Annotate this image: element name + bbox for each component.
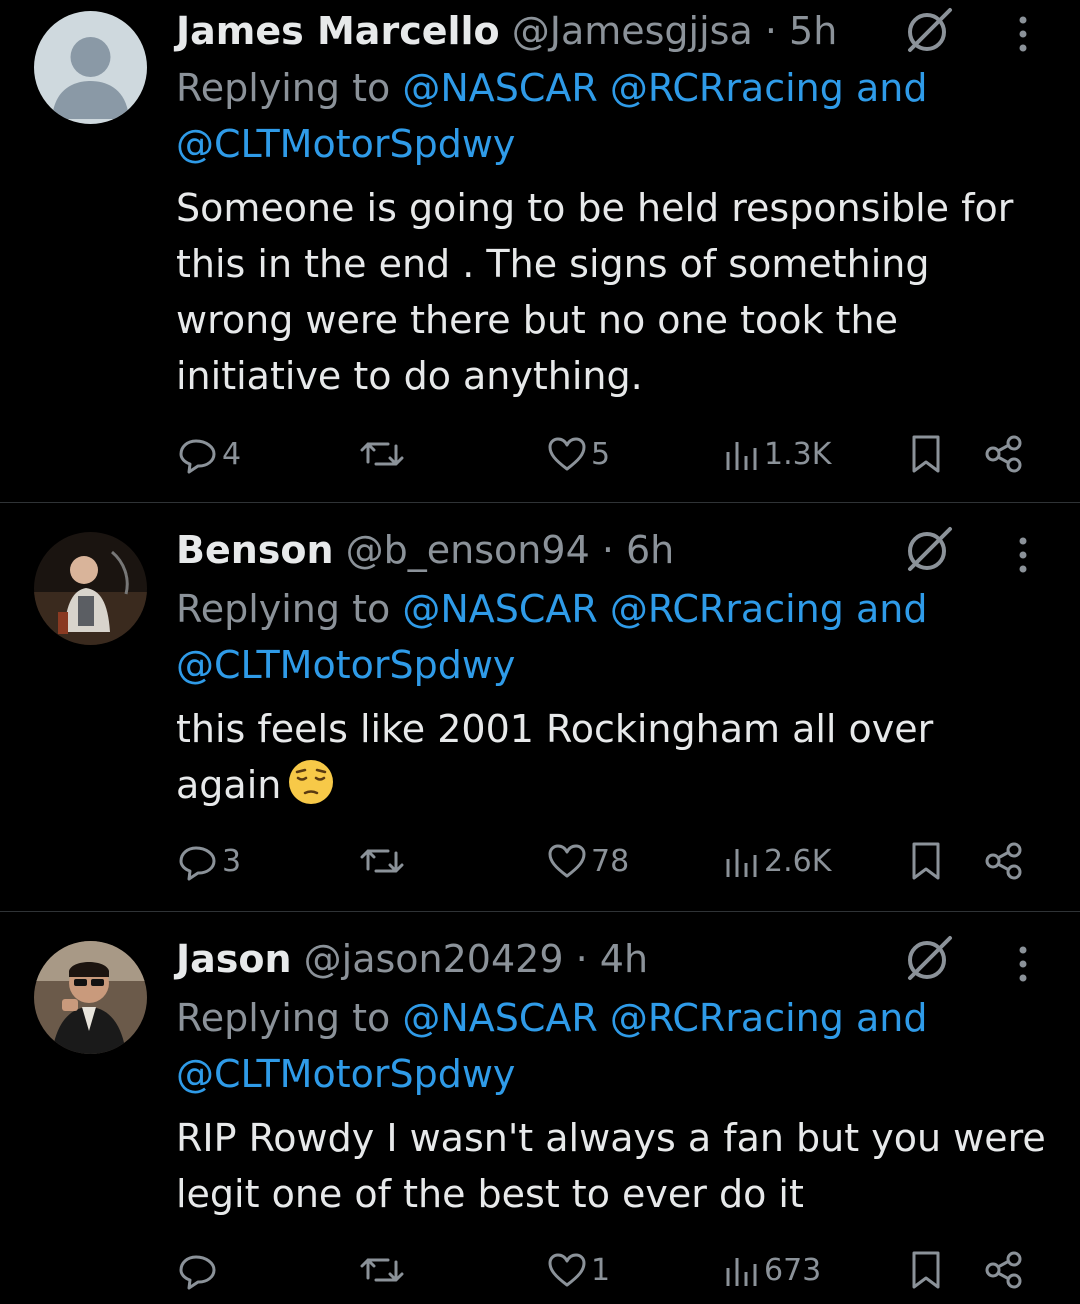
- tweet-3[interactable]: Jason @jason20429 · 4h Replying to @NASC…: [0, 912, 1080, 1304]
- replying-to: Replying to @NASCAR @RCRracing and @CLTM…: [176, 60, 976, 172]
- views-button[interactable]: 673: [722, 1240, 821, 1300]
- reply-count: 3: [222, 843, 242, 879]
- author-name[interactable]: James Marcello: [176, 9, 500, 53]
- avatar-default[interactable]: [34, 11, 147, 124]
- views-icon: [726, 849, 757, 877]
- timestamp[interactable]: · 6h: [602, 528, 674, 572]
- tweet-actions: 4 5 1.3K: [0, 424, 1080, 484]
- tweet-text: Someone is going to be held responsible …: [176, 186, 1014, 398]
- repost-button[interactable]: [358, 831, 408, 891]
- tweet-2[interactable]: Benson @b_enson94 · 6h Replying to @NASC…: [0, 503, 1080, 911]
- like-button[interactable]: 78: [545, 831, 629, 891]
- reply-button[interactable]: 3: [176, 831, 241, 891]
- timestamp[interactable]: · 4h: [576, 937, 648, 981]
- more-options-icon[interactable]: [1006, 6, 1040, 60]
- view-count: 2.6K: [764, 843, 832, 879]
- author-name[interactable]: Jason: [176, 937, 292, 981]
- avatar-benson[interactable]: [34, 532, 147, 645]
- avatar-jason[interactable]: [34, 941, 147, 1054]
- reply-icon: [179, 439, 216, 474]
- reply-mention-clt[interactable]: @CLTMotorSpdwy: [176, 643, 515, 687]
- reply-mentions[interactable]: @NASCAR @RCRracing and: [402, 66, 927, 110]
- heart-icon: [548, 844, 586, 878]
- repost-icon: [360, 849, 404, 873]
- like-button[interactable]: 5: [545, 424, 610, 484]
- author-name[interactable]: Benson: [176, 528, 334, 572]
- replying-to-label: Replying to: [176, 587, 403, 631]
- view-count: 1.3K: [764, 436, 832, 472]
- heart-icon: [548, 437, 586, 471]
- bookmark-icon: [912, 842, 940, 880]
- replying-to: Replying to @NASCAR @RCRracing and @CLTM…: [176, 581, 976, 693]
- like-button[interactable]: 1: [545, 1240, 610, 1300]
- views-icon: [726, 1258, 757, 1286]
- repost-icon: [360, 1258, 404, 1282]
- grok-icon[interactable]: [902, 932, 956, 986]
- reply-count: 4: [222, 436, 242, 472]
- bookmark-icon: [912, 1251, 940, 1289]
- heart-icon: [548, 1253, 586, 1287]
- like-count: 1: [591, 1252, 611, 1288]
- share-icon: [985, 435, 1022, 473]
- bookmark-icon: [912, 435, 940, 473]
- tweet-header: James Marcello @Jamesgjjsa · 5h: [176, 8, 837, 54]
- repost-button[interactable]: [358, 424, 408, 484]
- grok-icon[interactable]: [902, 523, 956, 577]
- tweet-actions: 1 673: [0, 1240, 1080, 1300]
- repost-button[interactable]: [358, 1240, 408, 1300]
- reply-icon: [179, 846, 216, 881]
- like-count: 78: [591, 843, 630, 879]
- author-handle[interactable]: @Jamesgjjsa: [512, 9, 753, 53]
- replying-to-label: Replying to: [176, 66, 403, 110]
- share-button[interactable]: [982, 1240, 1026, 1300]
- share-button[interactable]: [982, 831, 1026, 891]
- share-icon: [985, 842, 1022, 880]
- reply-mention-clt[interactable]: @CLTMotorSpdwy: [176, 1052, 515, 1096]
- tweet-header: Benson @b_enson94 · 6h: [176, 527, 674, 573]
- tweet-1[interactable]: James Marcello @Jamesgjjsa · 5h Replying…: [0, 0, 1080, 502]
- views-icon: [726, 442, 757, 470]
- view-count: 673: [764, 1252, 822, 1288]
- grok-icon[interactable]: [902, 4, 956, 58]
- reply-mention-clt[interactable]: @CLTMotorSpdwy: [176, 122, 515, 166]
- author-handle[interactable]: @jason20429: [304, 937, 564, 981]
- tweet-header: Jason @jason20429 · 4h: [176, 936, 648, 982]
- pensive-face-emoji: [289, 760, 334, 804]
- share-button[interactable]: [982, 424, 1026, 484]
- reply-button[interactable]: 4: [176, 424, 241, 484]
- more-options-icon[interactable]: [1006, 527, 1040, 581]
- reply-mentions[interactable]: @NASCAR @RCRracing and: [402, 996, 927, 1040]
- views-button[interactable]: 2.6K: [722, 831, 831, 891]
- views-button[interactable]: 1.3K: [722, 424, 831, 484]
- reply-mentions[interactable]: @NASCAR @RCRracing and: [402, 587, 927, 631]
- tweet-actions: 3 78 2.6K: [0, 831, 1080, 891]
- replying-to-label: Replying to: [176, 996, 403, 1040]
- author-handle[interactable]: @b_enson94: [346, 528, 590, 572]
- tweet-text: this feels like 2001 Rockingham all over…: [176, 701, 976, 813]
- bookmark-button[interactable]: [906, 424, 946, 484]
- timestamp[interactable]: · 5h: [765, 9, 837, 53]
- more-options-icon[interactable]: [1006, 936, 1040, 990]
- share-icon: [985, 1251, 1022, 1289]
- like-count: 5: [591, 436, 611, 472]
- bookmark-button[interactable]: [906, 1240, 946, 1300]
- bookmark-button[interactable]: [906, 831, 946, 891]
- reply-button[interactable]: [176, 1240, 222, 1300]
- reply-icon: [179, 1255, 216, 1290]
- tweet-text: RIP Rowdy I wasn't always a fan but you …: [176, 1116, 1046, 1216]
- replying-to: Replying to @NASCAR @RCRracing and @CLTM…: [176, 990, 976, 1102]
- repost-icon: [360, 442, 404, 466]
